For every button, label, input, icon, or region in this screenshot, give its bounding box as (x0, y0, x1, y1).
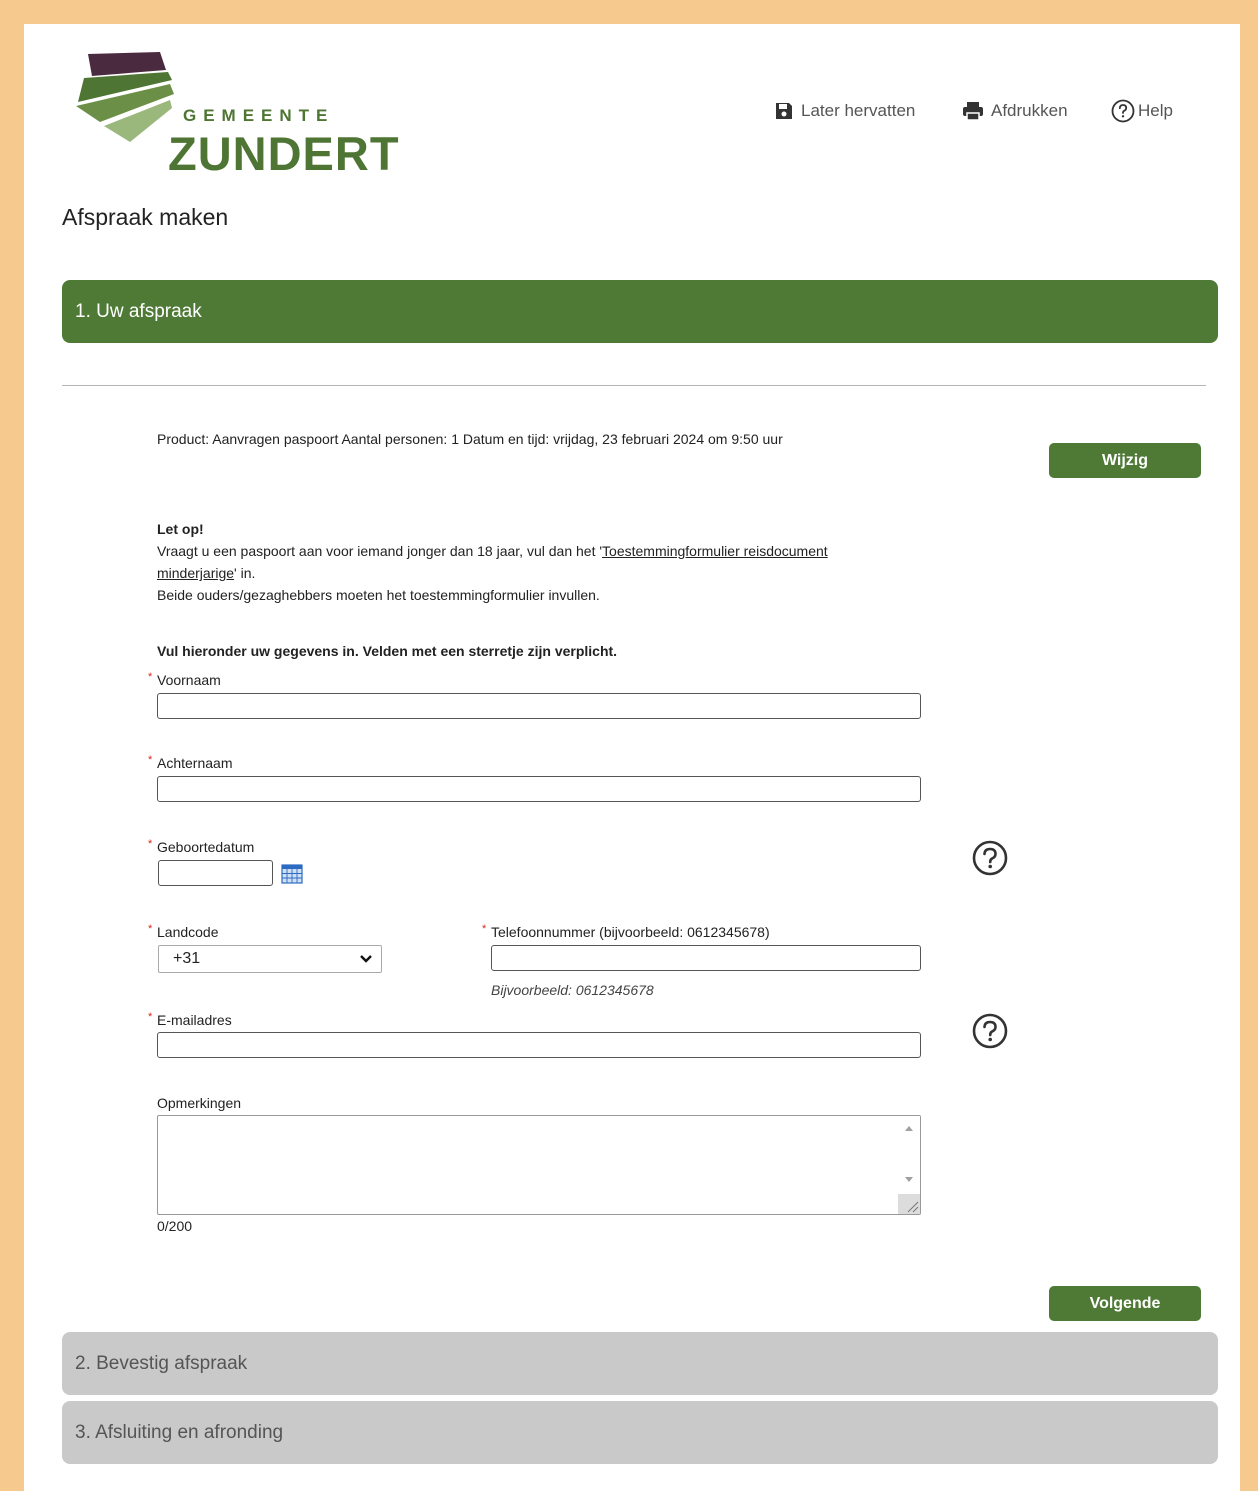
afdrukken-label: Afdrukken (991, 101, 1068, 120)
divider (62, 385, 1206, 386)
birthdate-input[interactable] (158, 860, 273, 886)
required-marker: * (148, 838, 153, 850)
firstname-label-text: Voornaam (157, 672, 221, 688)
wijzig-button[interactable]: Wijzig (1049, 443, 1201, 478)
firstname-input[interactable] (157, 693, 921, 719)
notice-line-2: minderjarige' in. (157, 562, 947, 584)
step-2-label: 2. Bevestig afspraak (75, 1352, 248, 1374)
required-marker: * (482, 923, 487, 935)
volgende-button[interactable]: Volgende (1049, 1286, 1201, 1321)
remarks-label: Opmerkingen (157, 1095, 242, 1111)
step-1-header[interactable]: 1. Uw afspraak (62, 280, 1218, 343)
municipality-logo[interactable]: GEMEENTE ZUNDERT (74, 50, 404, 177)
page-title: Afspraak maken (62, 204, 229, 230)
lastname-label-text: Achternaam (157, 755, 233, 771)
phone-hint: Bijvoorbeeld: 0612345678 (491, 982, 654, 998)
email-input[interactable] (157, 1032, 921, 1058)
scroll-up-icon[interactable] (904, 1124, 914, 1132)
toestemmingformulier-link[interactable]: Toestemmingformulier reisdocument (602, 543, 828, 559)
notice-title: Let op! (157, 521, 204, 537)
page-frame: GEMEENTE ZUNDERT Later hervatten Afdrukk… (24, 24, 1240, 1491)
countrycode-label: * Landcode (148, 923, 219, 940)
step-1-label: 1. Uw afspraak (75, 300, 202, 322)
notice-text: Vraagt u een paspoort aan voor iemand jo… (157, 543, 603, 559)
appointment-summary: Product: Aanvragen paspoort Aantal perso… (157, 431, 783, 447)
form-intro: Vul hieronder uw gegevens in. Velden met… (157, 643, 618, 659)
required-marker: * (148, 754, 153, 766)
step-3-label: 3. Afsluiting en afronding (75, 1421, 284, 1443)
notice-text-post: ' in. (234, 565, 256, 581)
question-circle-icon[interactable] (972, 840, 1008, 876)
notice-line-3: Beide ouders/gezaghebbers moeten het toe… (157, 587, 600, 603)
phone-label: * Telefoonnummer (bijvoorbeeld: 06123456… (482, 923, 770, 940)
notice-line-1: Vraagt u een paspoort aan voor iemand jo… (157, 540, 947, 562)
scroll-down-icon[interactable] (904, 1176, 914, 1184)
textarea-scrollbar[interactable] (898, 1116, 920, 1214)
remarks-textarea[interactable] (157, 1115, 921, 1215)
countrycode-value: +31 (173, 950, 201, 967)
help-label: Help (1138, 101, 1173, 120)
countrycode-select[interactable]: +31 (158, 945, 382, 973)
remarks-counter: 0/200 (157, 1218, 193, 1234)
save-icon (776, 103, 792, 119)
birthdate-label: * Geboortedatum (148, 838, 255, 855)
resize-handle[interactable] (898, 1194, 920, 1214)
printer-icon (963, 102, 983, 121)
phone-input[interactable] (491, 945, 921, 971)
required-marker: * (148, 1011, 153, 1023)
logo-mark-icon (76, 52, 174, 142)
lastname-label: * Achternaam (148, 754, 233, 771)
notice-block: Let op! Vraagt u een paspoort aan voor i… (157, 518, 947, 606)
email-label-text: E-mailadres (157, 1012, 232, 1028)
help-link[interactable]: Help (1111, 99, 1173, 123)
chevron-down-icon (360, 955, 372, 963)
required-marker: * (148, 671, 153, 683)
later-hervatten-link[interactable]: Later hervatten (774, 100, 915, 122)
calendar-icon[interactable] (281, 864, 303, 884)
later-hervatten-label: Later hervatten (801, 101, 916, 120)
phone-label-text: Telefoonnummer (bijvoorbeeld: 0612345678… (491, 924, 770, 940)
question-circle-icon[interactable] (972, 1013, 1008, 1049)
toestemmingformulier-link-cont[interactable]: minderjarige (157, 565, 234, 581)
countrycode-label-text: Landcode (157, 924, 219, 940)
firstname-label: * Voornaam (148, 671, 221, 688)
afdrukken-link[interactable]: Afdrukken (962, 100, 1068, 122)
email-label: * E-mailadres (148, 1011, 232, 1028)
required-marker: * (148, 923, 153, 935)
logo-top-text: GEMEENTE (183, 106, 335, 125)
question-circle-icon (1111, 99, 1135, 123)
resize-grip-icon (907, 1201, 919, 1213)
step-2-header[interactable]: 2. Bevestig afspraak (62, 1332, 1218, 1395)
birthdate-label-text: Geboortedatum (157, 839, 255, 855)
logo-main-text: ZUNDERT (168, 127, 400, 180)
lastname-input[interactable] (157, 776, 921, 802)
step-3-header[interactable]: 3. Afsluiting en afronding (62, 1401, 1218, 1464)
